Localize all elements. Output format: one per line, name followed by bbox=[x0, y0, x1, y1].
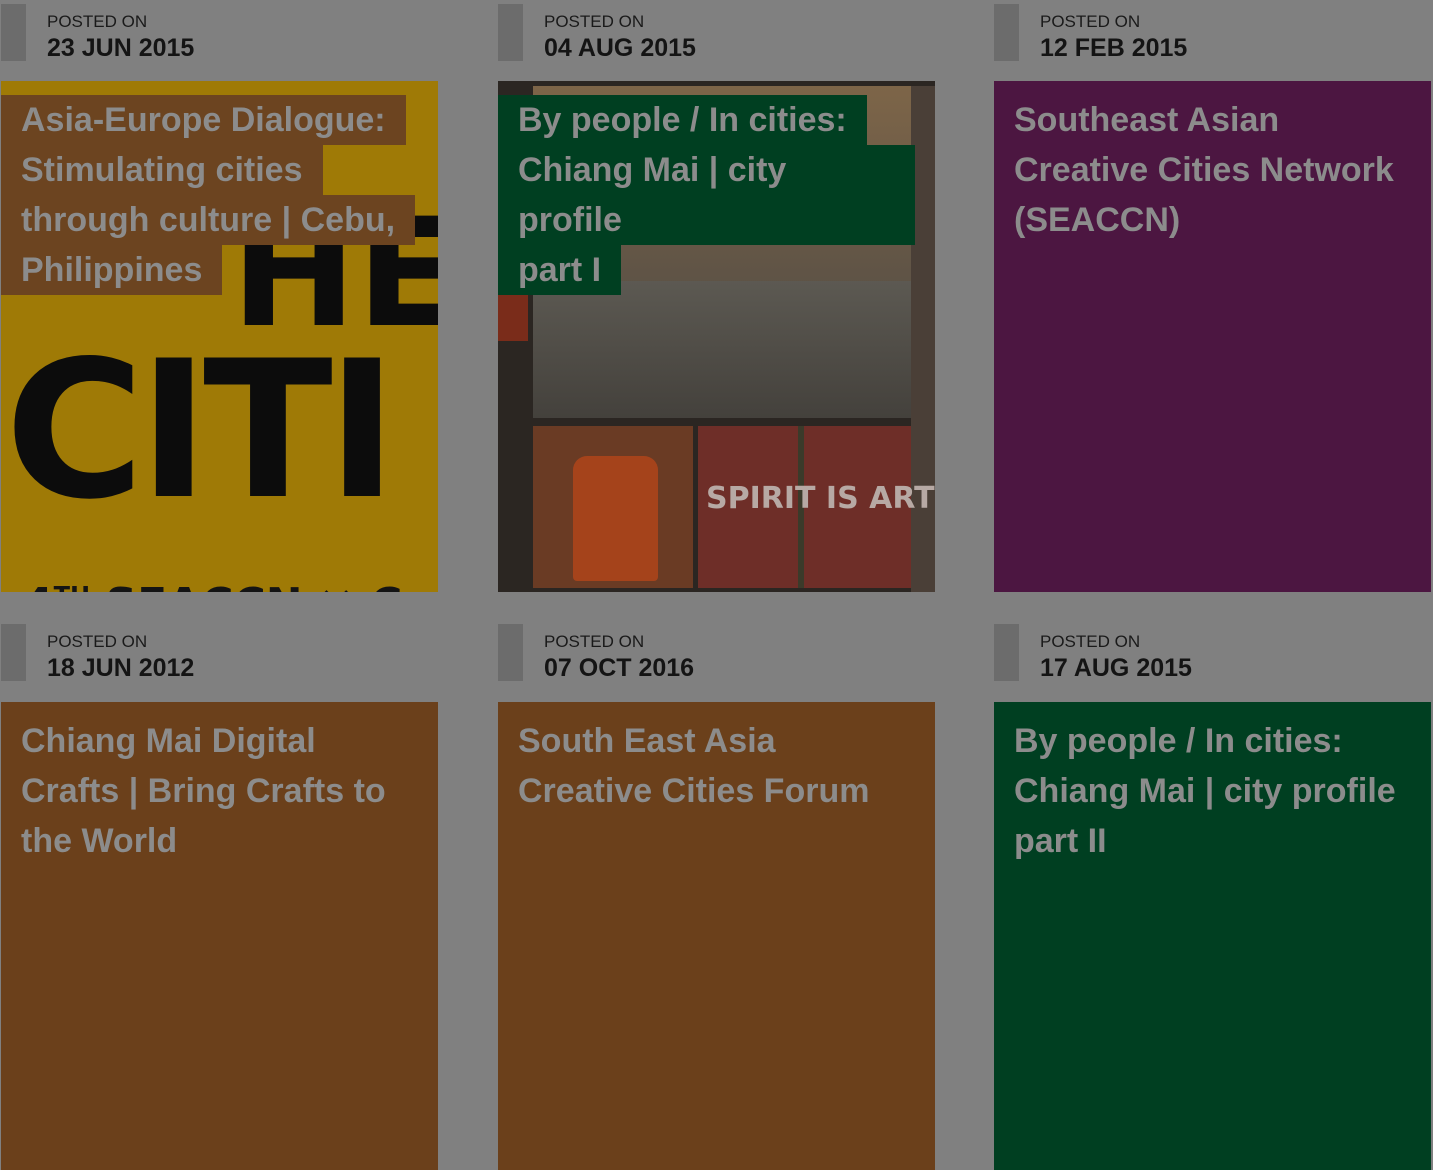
post-thumbnail[interactable]: HE CITI 4TH SEACCN ✕ C Asia-Europe Dialo… bbox=[1, 81, 438, 592]
meta-bar bbox=[1, 4, 26, 61]
poster-text-bottom: 4TH SEACCN ✕ C bbox=[23, 579, 402, 592]
post-title-line: Chiang Mai Digital bbox=[21, 722, 316, 760]
post-card[interactable]: POSTED ON 04 AUG 2015 SPIRIT IS ART By p… bbox=[498, 0, 935, 592]
post-title-line: Stimulating cities bbox=[1, 145, 323, 195]
post-title-line: (SEACCN) bbox=[1014, 201, 1181, 239]
post-card[interactable]: POSTED ON 18 JUN 2012 Chiang Mai Digital… bbox=[1, 620, 438, 1170]
post-date: 07 OCT 2016 bbox=[544, 654, 695, 682]
poster-text-big: CITI bbox=[5, 320, 397, 541]
posted-on-label: POSTED ON bbox=[544, 632, 645, 651]
post-title-line: Creative Cities Network bbox=[1014, 151, 1394, 189]
post-thumbnail[interactable]: Chiang Mai Digital Crafts | Bring Crafts… bbox=[1, 702, 438, 1170]
post-title-link[interactable]: Asia-Europe Dialogue: Stimulating cities… bbox=[1, 95, 435, 295]
post-date: 18 JUN 2012 bbox=[47, 654, 195, 682]
post-title-link[interactable]: Southeast Asian Creative Cities Network … bbox=[994, 95, 1431, 245]
post-meta: POSTED ON 17 AUG 2015 bbox=[994, 620, 1431, 700]
post-title-line: Creative Cities Forum bbox=[518, 772, 870, 810]
meta-bar bbox=[994, 4, 1019, 61]
tshirt-shape bbox=[573, 456, 658, 581]
post-date: 04 AUG 2015 bbox=[544, 34, 696, 62]
post-title-line: Southeast Asian bbox=[1014, 101, 1280, 139]
post-title-link[interactable]: By people / In cities: Chiang Mai | city… bbox=[498, 95, 935, 295]
meta-bar bbox=[1, 624, 26, 681]
posted-on-label: POSTED ON bbox=[1040, 12, 1141, 31]
post-card[interactable]: POSTED ON 23 JUN 2015 HE CITI 4TH SEACCN… bbox=[1, 0, 438, 592]
post-card[interactable]: POSTED ON 17 AUG 2015 By people / In cit… bbox=[994, 620, 1431, 1170]
post-title-line: through culture | Cebu, bbox=[1, 195, 416, 245]
post-title-link[interactable]: Chiang Mai Digital Crafts | Bring Crafts… bbox=[1, 716, 438, 866]
post-title-line: Crafts | Bring Crafts to bbox=[21, 772, 386, 810]
post-thumbnail[interactable]: South East Asia Creative Cities Forum bbox=[498, 702, 935, 1170]
posted-on-label: POSTED ON bbox=[47, 632, 148, 651]
post-card[interactable]: POSTED ON 07 OCT 2016 South East Asia Cr… bbox=[498, 620, 935, 1170]
sign-text: SPIRIT IS ART bbox=[706, 481, 935, 516]
photo-floor bbox=[533, 281, 911, 418]
post-meta: POSTED ON 07 OCT 2016 bbox=[498, 620, 935, 700]
photo-sign: SPIRIT IS ART bbox=[698, 426, 935, 588]
post-title-line: part II bbox=[1014, 822, 1107, 860]
posted-on-label: POSTED ON bbox=[544, 12, 645, 31]
post-title-line: South East Asia bbox=[518, 722, 776, 760]
post-title-line: part I bbox=[498, 245, 622, 295]
post-date: 17 AUG 2015 bbox=[1040, 654, 1192, 682]
meta-bar bbox=[498, 4, 523, 61]
post-thumbnail[interactable]: By people / In cities: Chiang Mai | city… bbox=[994, 702, 1431, 1170]
post-meta: POSTED ON 04 AUG 2015 bbox=[498, 0, 935, 80]
post-title-line: Asia-Europe Dialogue: bbox=[1, 95, 406, 145]
post-date: 23 JUN 2015 bbox=[47, 34, 195, 62]
posted-on-label: POSTED ON bbox=[1040, 632, 1141, 651]
post-date: 12 FEB 2015 bbox=[1040, 34, 1188, 62]
post-card[interactable]: POSTED ON 12 FEB 2015 Southeast Asian Cr… bbox=[994, 0, 1431, 592]
post-thumbnail[interactable]: SPIRIT IS ART By people / In cities: Chi… bbox=[498, 81, 935, 592]
post-title-line: By people / In cities: bbox=[1014, 722, 1343, 760]
meta-bar bbox=[994, 624, 1019, 681]
post-title-line: By people / In cities: bbox=[498, 95, 867, 145]
post-title-link[interactable]: By people / In cities: Chiang Mai | city… bbox=[994, 716, 1431, 866]
photo-tshirt bbox=[533, 426, 693, 588]
post-meta: POSTED ON 18 JUN 2012 bbox=[1, 620, 438, 700]
post-title-line: Chiang Mai | city profile bbox=[1014, 772, 1396, 810]
post-title-link[interactable]: South East Asia Creative Cities Forum bbox=[498, 716, 935, 816]
post-thumbnail[interactable]: Southeast Asian Creative Cities Network … bbox=[994, 81, 1431, 592]
post-title-line: the World bbox=[21, 822, 178, 860]
post-title-line: Chiang Mai | city profile bbox=[498, 145, 915, 245]
meta-bar bbox=[498, 624, 523, 681]
post-meta: POSTED ON 12 FEB 2015 bbox=[994, 0, 1431, 80]
post-title-line: Philippines bbox=[1, 245, 223, 295]
posted-on-label: POSTED ON bbox=[47, 12, 148, 31]
post-grid: POSTED ON 23 JUN 2015 HE CITI 4TH SEACCN… bbox=[0, 0, 1433, 1170]
post-meta: POSTED ON 23 JUN 2015 bbox=[1, 0, 438, 80]
